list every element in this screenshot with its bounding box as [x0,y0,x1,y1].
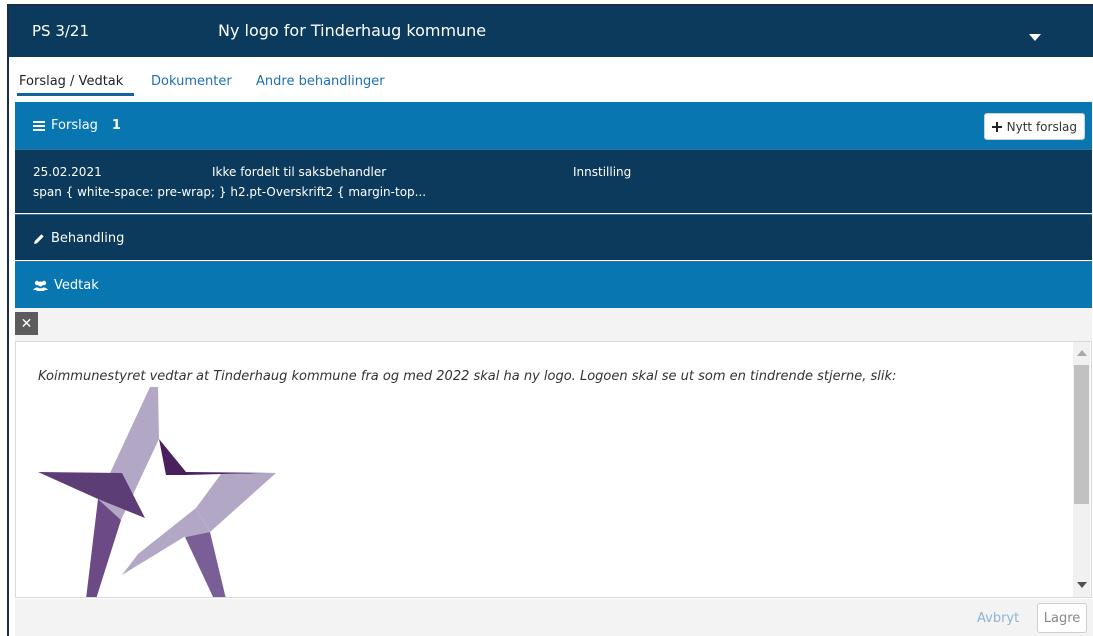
expand-icon[interactable]: ✕ [15,312,38,335]
tab-forslag-vedtak[interactable]: Forslag / Vedtak [19,74,123,89]
star-logo-image [38,387,276,597]
decision-editor[interactable]: Koimmunestyret vedtar at Tinderhaug komm… [15,341,1092,598]
forslag-label: Forslag [51,118,98,133]
vedtak-label-group: Vedtak [33,278,99,293]
behandling-label: Behandling [51,231,125,246]
chevron-down-icon[interactable] [1029,34,1041,41]
proposal-snippet: span { white-space: pre-wrap; } h2.pt-Ov… [33,185,427,199]
plus-icon [991,121,1002,132]
new-proposal-button[interactable]: Nytt forslag [983,113,1085,140]
editor-toolbar: ✕ [15,308,1092,342]
decision-text: Koimmunestyret vedtar at Tinderhaug komm… [38,369,897,384]
scroll-down-icon[interactable] [1077,582,1087,588]
proposal-list-item[interactable]: 25.02.2021 Ikke fordelt til saksbehandle… [15,149,1092,213]
case-title: Ny logo for Tinderhaug kommune [218,21,487,40]
tab-dokumenter[interactable]: Dokumenter [151,74,232,89]
scroll-thumb[interactable] [1074,365,1089,504]
case-header[interactable]: PS 3/21 Ny logo for Tinderhaug kommune [9,6,1093,57]
forslag-count: 1 [111,118,121,133]
group-icon [33,280,48,291]
scroll-up-icon[interactable] [1077,350,1087,356]
forslag-section-header[interactable]: Forslag 1 Nytt forslag [15,102,1092,149]
save-button[interactable]: Lagre [1037,603,1087,633]
tab-andre-behandlinger[interactable]: Andre behandlinger [256,74,385,89]
case-number: PS 3/21 [32,22,90,40]
behandling-section-header[interactable]: Behandling [15,214,1092,260]
pencil-icon [34,233,44,244]
vedtak-section-header[interactable]: Vedtak [15,261,1092,308]
behandling-label-group: Behandling [33,231,124,246]
editor-footer: Avbryt Lagre [15,599,1093,636]
new-proposal-label: Nytt forslag [1006,119,1077,134]
proposal-date: 25.02.2021 [33,165,102,179]
cancel-button[interactable]: Avbryt [977,611,1019,626]
editor-scrollbar[interactable] [1073,342,1090,597]
list-icon [33,120,45,131]
proposal-status: Ikke fordelt til saksbehandler [212,165,387,179]
proposal-type: Innstilling [573,165,632,179]
vedtak-label: Vedtak [54,278,99,293]
active-tab-underline [17,93,134,96]
forslag-label-group: Forslag 1 [33,118,121,133]
